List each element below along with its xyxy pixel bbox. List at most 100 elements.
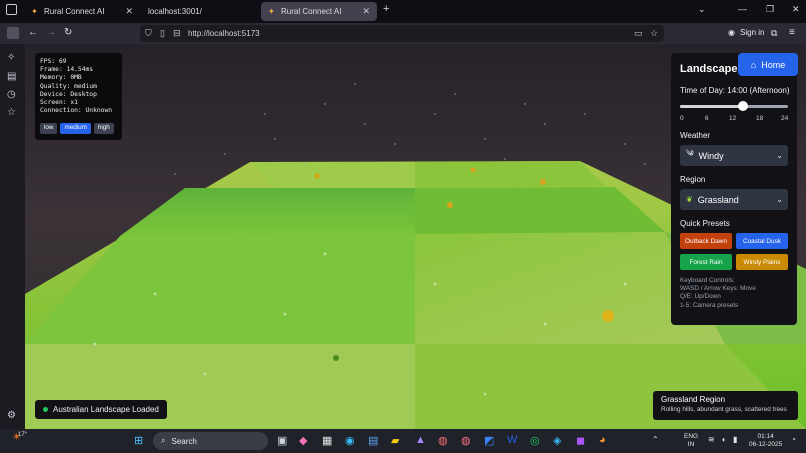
sidebar-panel-icon[interactable] xyxy=(7,27,19,39)
preset-forest-rain-button[interactable]: Forest Rain xyxy=(680,254,732,270)
quick-presets-label: Quick Presets xyxy=(680,219,730,228)
reload-icon[interactable]: ↻ xyxy=(64,27,72,38)
sign-in-button[interactable]: Sign in xyxy=(740,28,764,37)
maximize-icon[interactable]: ❐ xyxy=(766,4,774,15)
bookmarks-icon[interactable]: ☆ xyxy=(7,107,16,118)
extensions-icon[interactable]: ⧉ xyxy=(771,28,777,39)
language-indicator[interactable]: ENG IN xyxy=(684,433,698,449)
widgets-icon[interactable]: ▦ xyxy=(322,434,332,447)
chevron-down-icon: ⌄ xyxy=(776,151,783,160)
whatsapp-icon[interactable]: ◎ xyxy=(530,434,540,447)
tick-label: 18 xyxy=(756,115,764,122)
wind-icon: ༄ xyxy=(686,149,694,158)
weather-temp[interactable]: 17° xyxy=(18,432,27,438)
address-bar[interactable]: ⛉ ▯ ⊟ http://localhost:5173 ▭ ☆ xyxy=(140,25,664,42)
bookmark-star-icon[interactable]: ☆ xyxy=(650,28,658,39)
app-icon-2[interactable]: ◼ xyxy=(576,434,585,447)
quality-medium-button[interactable]: medium xyxy=(60,123,91,134)
slider-fill xyxy=(680,105,743,108)
slider-ticks: 0 6 12 18 24 xyxy=(680,115,790,123)
keyboard-title: Keyboard Controls: xyxy=(680,277,735,284)
page-icon[interactable]: ▯ xyxy=(160,28,165,39)
search-label: Search xyxy=(171,436,197,446)
tab-rural-connect-1[interactable]: ✦ Rural Connect AI ✕ xyxy=(24,2,140,21)
firefox-icon[interactable]: ◕ xyxy=(599,434,606,446)
keyboard-controls: Keyboard Controls: WASD / Arrow Keys: Mo… xyxy=(680,277,756,310)
tray-chevron-icon[interactable]: ⌃ xyxy=(652,435,659,444)
tab-localhost-3001[interactable]: localhost:3001/ xyxy=(142,2,258,21)
menu-icon[interactable]: ≡ xyxy=(789,27,795,38)
chrome-active-icon[interactable]: ◍ xyxy=(461,434,471,447)
store-icon[interactable]: ▤ xyxy=(368,434,378,447)
browser-sidebar: ✧ ▤ ◷ ☆ ⚙ xyxy=(0,44,25,429)
ai-chat-icon[interactable]: ✧ xyxy=(7,52,15,63)
region-select[interactable]: ❦ Grassland ⌄ xyxy=(680,189,788,210)
vscode-icon[interactable]: ◈ xyxy=(553,434,561,447)
time-of-day-label: Time of Day: 14:00 (Afternoon) xyxy=(680,86,790,95)
new-tab-button[interactable]: + xyxy=(383,3,389,15)
perf-line: Memory: 0MB xyxy=(40,74,82,82)
time-of-day-slider[interactable] xyxy=(680,101,788,111)
account-icon[interactable]: ◉ xyxy=(728,28,735,37)
tab-label: Rural Connect AI xyxy=(44,7,105,16)
quality-high-button[interactable]: high xyxy=(93,123,114,134)
edge-icon[interactable]: ◉ xyxy=(345,434,355,447)
windows-taskbar: ☀ 17° ⊞ ⌕ Search ▣ ◆ ▦ ◉ ▤ ▰ ▲ ◍ ◍ ◩ W ◎… xyxy=(0,429,806,453)
weather-label: Weather xyxy=(680,131,711,140)
back-arrow-icon[interactable]: ← xyxy=(28,27,38,38)
search-icon: ⌕ xyxy=(161,436,166,445)
slider-thumb[interactable] xyxy=(738,101,748,111)
copilot-icon[interactable]: ◆ xyxy=(299,434,307,447)
history-icon[interactable]: ◷ xyxy=(7,89,16,100)
perf-line: Frame: 14.54ms xyxy=(40,66,94,74)
tick-label: 24 xyxy=(781,115,789,122)
weather-select[interactable]: ༄ Windy ⌄ xyxy=(680,145,788,166)
windows-start-icon[interactable]: ⊞ xyxy=(134,434,143,447)
battery-icon[interactable]: ▮ xyxy=(733,435,737,444)
close-tab-icon[interactable]: ✕ xyxy=(125,6,133,17)
notifications-icon[interactable]: ◔ xyxy=(791,435,796,444)
tab-rural-connect-active[interactable]: ✦ Rural Connect AI ✕ xyxy=(261,2,377,21)
performance-monitor: FPS: 69 Frame: 14.54ms Memory: 0MB Quali… xyxy=(35,53,122,140)
landscape-viewport[interactable]: FPS: 69 Frame: 14.54ms Memory: 0MB Quali… xyxy=(25,44,806,429)
lang-bottom: IN xyxy=(687,441,695,448)
perf-line: Quality: medium xyxy=(40,82,97,90)
settings-gear-icon[interactable]: ⚙ xyxy=(7,410,16,421)
taskbar-search[interactable]: ⌕ Search xyxy=(153,432,268,450)
reader-view-icon[interactable]: ▭ xyxy=(634,28,643,39)
synced-tabs-icon[interactable]: ▤ xyxy=(7,71,16,82)
home-button[interactable]: ⌂ Home xyxy=(738,53,798,76)
quality-low-button[interactable]: low xyxy=(40,123,58,134)
chrome-icon[interactable]: ◍ xyxy=(438,434,448,447)
task-view-icon[interactable]: ▣ xyxy=(277,434,287,447)
word-icon[interactable]: W xyxy=(507,434,517,446)
app-icon[interactable]: ▲ xyxy=(415,434,426,446)
chevron-down-icon: ⌄ xyxy=(776,195,783,204)
permissions-icon[interactable]: ⊟ xyxy=(173,28,181,39)
shield-icon[interactable]: ⛉ xyxy=(145,28,152,39)
perf-line: Device: Desktop xyxy=(40,90,97,98)
forward-arrow-icon[interactable]: → xyxy=(46,27,56,38)
preset-outback-dawn-button[interactable]: Outback Dawn xyxy=(680,233,732,249)
tab-label: Rural Connect AI xyxy=(281,7,342,16)
keyboard-line: 1-5: Camera presets xyxy=(680,301,739,309)
weather-value: Windy xyxy=(698,150,724,161)
region-card-desc: Rolling hills, abundant grass, scattered… xyxy=(661,406,787,413)
tab-list-chevron-icon[interactable]: ⌄ xyxy=(698,4,706,15)
wifi-icon[interactable]: ≋ xyxy=(708,435,715,444)
preset-coastal-dusk-button[interactable]: Coastal Dusk xyxy=(736,233,788,249)
minimize-icon[interactable]: — xyxy=(738,4,747,14)
lang-top: ENG xyxy=(684,433,699,440)
file-explorer-icon[interactable]: ▰ xyxy=(391,434,399,447)
url-text[interactable]: http://localhost:5173 xyxy=(188,29,260,38)
clock[interactable]: 01:14 06-12-2025 xyxy=(749,433,782,449)
clock-time: 01:14 xyxy=(757,433,774,440)
sidebar-toggle-icon[interactable] xyxy=(6,4,17,15)
region-info-card: Grassland Region Rolling hills, abundant… xyxy=(653,391,798,420)
close-window-icon[interactable]: ✕ xyxy=(792,4,800,15)
region-value: Grassland xyxy=(697,194,739,205)
speaker-icon[interactable]: ◖ xyxy=(721,435,726,444)
photos-icon[interactable]: ◩ xyxy=(484,434,494,447)
close-tab-icon[interactable]: ✕ xyxy=(362,6,370,17)
preset-windy-plains-button[interactable]: Windy Plains xyxy=(736,254,788,270)
